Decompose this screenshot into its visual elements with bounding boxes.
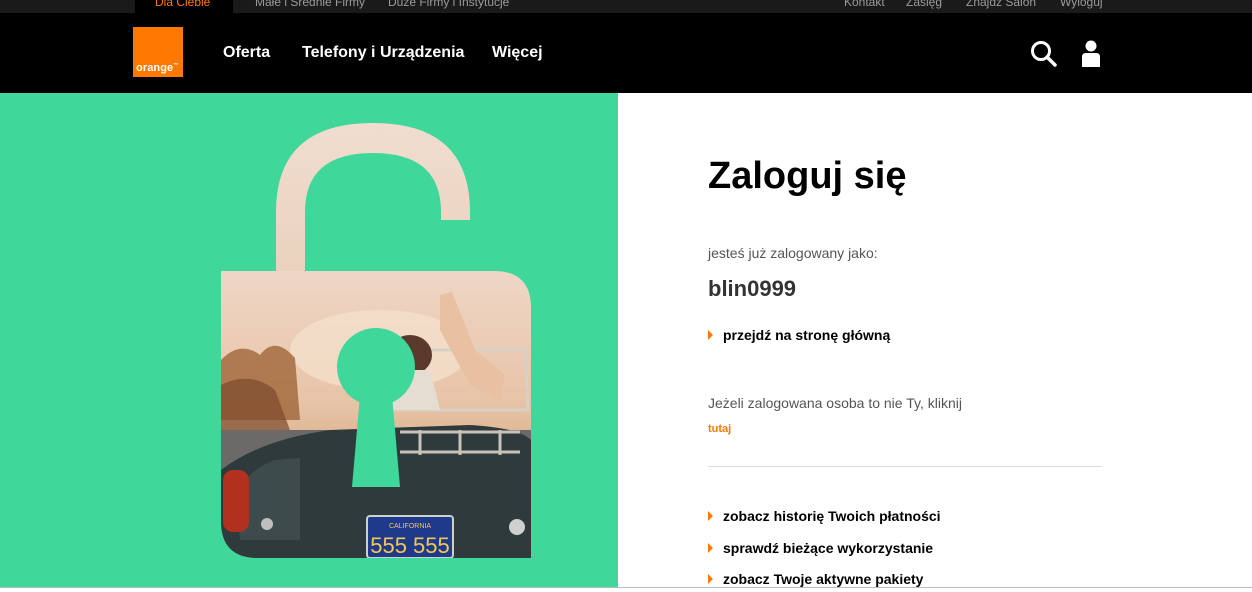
- page-bottom-edge: [0, 587, 1252, 588]
- divider: [708, 466, 1102, 467]
- current-usage-label: sprawdź bieżące wykorzystanie: [723, 540, 934, 556]
- nav-oferta[interactable]: Oferta: [223, 44, 270, 62]
- top-utility-bar: Dla Ciebie Małe i Średnie Firmy Duże Fir…: [0, 0, 1252, 13]
- logged-as-label: jesteś już zalogowany jako:: [708, 245, 878, 261]
- login-panel: Zaloguj się jesteś już zalogowany jako: …: [618, 93, 1252, 587]
- segment-duze-firmy[interactable]: Duże Firmy i Instytucje: [388, 0, 509, 9]
- arrow-right-icon: [708, 511, 713, 521]
- username: blin0999: [708, 276, 797, 301]
- arrow-right-icon: [708, 574, 713, 584]
- orange-logo[interactable]: orange™: [133, 27, 183, 77]
- main-header: orange™ Oferta Telefony i Urządzenia Wię…: [0, 13, 1252, 93]
- home-link[interactable]: przejdź na stronę główną: [708, 327, 890, 343]
- illustration-panel: CALIFORNIA 555 555: [0, 93, 618, 587]
- active-packages-link[interactable]: zobacz Twoje aktywne pakiety: [708, 571, 923, 587]
- arrow-right-icon: [708, 330, 713, 340]
- nav-wiecej[interactable]: Więcej: [492, 44, 543, 62]
- link-znajdz-salon[interactable]: Znajdź Salon: [966, 0, 1036, 9]
- unlocked-padlock-illustration: CALIFORNIA 555 555: [221, 123, 531, 558]
- segment-male-srednie-firmy[interactable]: Małe i Średnie Firmy: [255, 0, 365, 9]
- search-icon[interactable]: [1030, 40, 1058, 68]
- link-zasieg[interactable]: Zasięg: [906, 0, 942, 9]
- active-packages-label: zobacz Twoje aktywne pakiety: [723, 571, 924, 587]
- plate-state: CALIFORNIA: [389, 523, 431, 530]
- not-you-link[interactable]: tutaj: [708, 423, 731, 435]
- payment-history-link[interactable]: zobacz historię Twoich płatności: [708, 508, 941, 524]
- payment-history-label: zobacz historię Twoich płatności: [723, 508, 941, 524]
- current-usage-link[interactable]: sprawdź bieżące wykorzystanie: [708, 540, 933, 556]
- logo-text: orange™: [136, 62, 179, 74]
- home-link-label: przejdź na stronę główną: [723, 327, 891, 343]
- link-kontakt[interactable]: Kontakt: [844, 0, 885, 9]
- page-title: Zaloguj się: [708, 155, 907, 197]
- nav-telefony-urzadzenia[interactable]: Telefony i Urządzenia: [302, 44, 464, 62]
- user-icon[interactable]: [1081, 40, 1101, 68]
- not-you-text: Jeżeli zalogowana osoba to nie Ty, klikn…: [708, 395, 962, 411]
- segment-dla-ciebie[interactable]: Dla Ciebie: [155, 0, 210, 9]
- link-wyloguj[interactable]: Wyloguj: [1060, 0, 1103, 9]
- plate-number: 555 555: [370, 533, 450, 558]
- arrow-right-icon: [708, 543, 713, 553]
